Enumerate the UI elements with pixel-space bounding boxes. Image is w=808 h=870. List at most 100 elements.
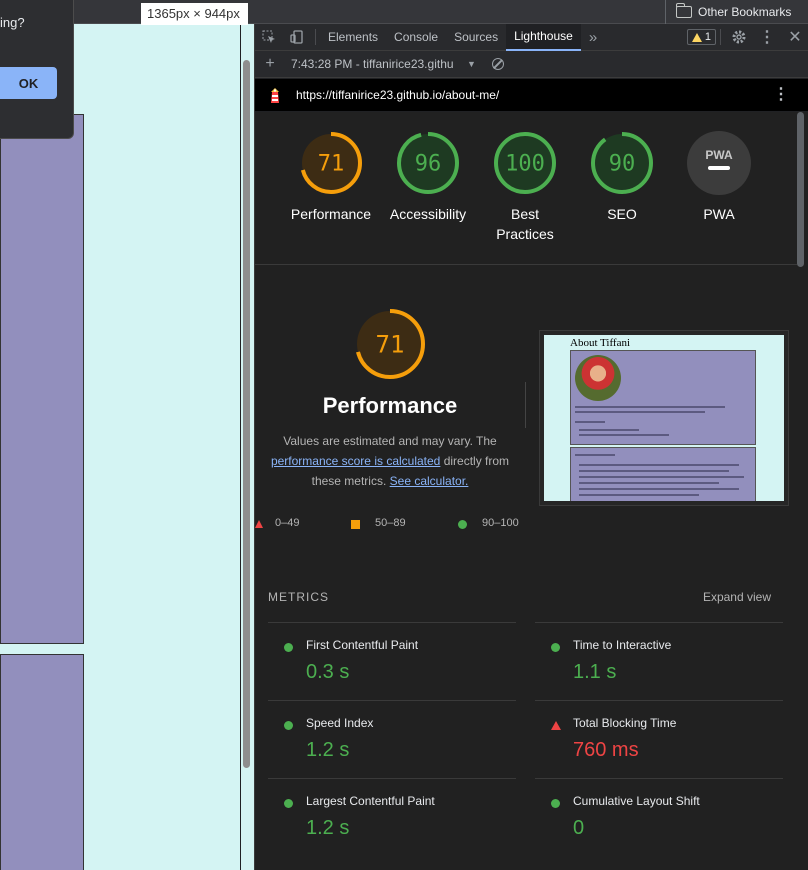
gauge-label: Accessibility xyxy=(389,206,467,222)
new-report-button[interactable]: + xyxy=(255,55,285,73)
legend-fail-range: 0–49 xyxy=(275,517,300,529)
gauge-accessibility[interactable]: 96 Accessibility xyxy=(378,130,478,224)
gauge-best-practices[interactable]: 100 Best Practices xyxy=(475,130,575,244)
screenshot-text-line xyxy=(579,464,739,466)
metric-title: Speed Index xyxy=(306,716,374,730)
expand-view-toggle[interactable]: Expand view xyxy=(703,590,771,604)
pass-icon xyxy=(284,643,293,652)
metric-title: First Contentful Paint xyxy=(306,638,419,652)
gauge-score: 71 xyxy=(318,152,345,177)
metric-lcp: Largest Contentful Paint 1.2 s xyxy=(268,778,516,856)
warnings-badge[interactable]: 1 xyxy=(686,29,716,45)
see-calculator-link[interactable]: See calculator. xyxy=(390,474,469,488)
report-scrollbar-thumb[interactable] xyxy=(797,112,804,267)
gauge-label: PWA xyxy=(703,206,735,222)
pwa-badge-icon: PWA xyxy=(687,131,751,195)
screenshot-text-line xyxy=(579,488,739,490)
pwa-badge-text: PWA xyxy=(705,148,733,162)
metric-speed-index: Speed Index 1.2 s xyxy=(268,700,516,778)
report-select[interactable]: 7:43:28 PM - tiffanirice23.githu xyxy=(291,57,463,71)
more-options-icon[interactable]: ⋮ xyxy=(753,24,781,51)
score-legend: 0–49 50–89 90–100 xyxy=(255,517,525,533)
devtools-panel: Elements Console Sources Lighthouse » 1 … xyxy=(254,23,808,870)
performance-title: Performance xyxy=(322,393,458,418)
viewport-dimensions-label: 1365px × 944px xyxy=(141,3,248,25)
gauge-score: 100 xyxy=(505,152,545,177)
gauge-seo[interactable]: 90 SEO xyxy=(572,130,672,224)
screenshot-card xyxy=(570,447,756,501)
page-viewport xyxy=(0,24,240,870)
other-bookmarks-button[interactable]: Other Bookmarks xyxy=(676,0,791,24)
metric-tti: Time to Interactive 1.1 s xyxy=(535,622,783,700)
legend-average-range: 50–89 xyxy=(375,517,406,529)
inspect-element-icon[interactable] xyxy=(255,24,283,51)
close-icon[interactable]: ✕ xyxy=(781,24,808,51)
metric-tbt: Total Blocking Time 760 ms xyxy=(535,700,783,778)
screenshot-text-line xyxy=(575,454,615,456)
metric-cls: Cumulative Layout Shift 0 xyxy=(535,778,783,856)
gauge-performance[interactable]: 71 Performance xyxy=(281,130,381,224)
screenshot-text-line xyxy=(579,429,639,431)
page-scrollbar-thumb[interactable] xyxy=(243,60,250,768)
screenshot-card xyxy=(570,350,756,445)
metrics-heading: METRICS xyxy=(268,590,329,604)
warnings-count: 1 xyxy=(704,31,711,43)
other-bookmarks-label: Other Bookmarks xyxy=(698,5,792,19)
gear-icon[interactable] xyxy=(725,24,753,51)
tab-separator xyxy=(315,29,316,45)
screenshot-thumbnail: About Tiffani xyxy=(544,335,784,501)
gauge-ring: 100 xyxy=(494,132,556,194)
pass-icon xyxy=(551,799,560,808)
performance-summary: 71 Performance Values are estimated and … xyxy=(255,307,525,491)
device-toolbar-icon[interactable] xyxy=(283,24,311,51)
screenshot-page-title: About Tiffani xyxy=(570,337,631,349)
metric-title: Cumulative Layout Shift xyxy=(573,794,700,808)
metric-value: 0 xyxy=(573,817,585,839)
metric-value: 1.1 s xyxy=(573,661,617,683)
tab-elements[interactable]: Elements xyxy=(320,24,386,51)
tab-console[interactable]: Console xyxy=(386,24,446,51)
screenshot-avatar xyxy=(575,355,621,401)
bookmarks-bar: Other Bookmarks xyxy=(0,0,808,24)
screenshot-text-line xyxy=(575,421,605,423)
lighthouse-report: 71 Performance 96 Accessibility 100 Best… xyxy=(255,112,808,870)
report-select-label: 7:43:28 PM - tiffanirice23.githu xyxy=(291,57,454,71)
section-divider xyxy=(525,382,526,428)
gauge-score: 96 xyxy=(415,152,442,177)
metric-title: Time to Interactive xyxy=(573,638,672,652)
page-screenshot[interactable]: About Tiffani xyxy=(539,330,789,506)
pass-icon xyxy=(551,643,560,652)
more-tabs-icon[interactable]: » xyxy=(581,24,605,51)
gauge-pwa[interactable]: PWA PWA xyxy=(669,130,769,224)
report-menu-icon[interactable]: ⋮ xyxy=(773,87,789,103)
gauge-label: SEO xyxy=(607,206,637,222)
gauge-label: Best Practices xyxy=(496,206,554,242)
lighthouse-logo-icon xyxy=(268,86,282,104)
metric-title: Total Blocking Time xyxy=(573,716,677,730)
tab-sources[interactable]: Sources xyxy=(446,24,506,51)
tab-lighthouse[interactable]: Lighthouse xyxy=(506,23,581,51)
metric-value: 0.3 s xyxy=(306,661,350,683)
alert-ok-button[interactable]: OK xyxy=(0,67,57,99)
alert-message: ing? xyxy=(0,15,25,30)
screenshot-text-line xyxy=(579,476,744,478)
metric-fcp: First Contentful Paint 0.3 s xyxy=(268,622,516,700)
gauge-score: 71 xyxy=(376,330,405,358)
gauge-ring: 96 xyxy=(397,132,459,194)
screenshot-text-line xyxy=(575,411,705,413)
screenshot-text-line xyxy=(579,470,729,472)
gauge-score: 90 xyxy=(609,152,636,177)
score-calculated-link[interactable]: performance score is calculated xyxy=(271,454,440,468)
fail-icon xyxy=(551,721,561,730)
report-url: https://tiffanirice23.github.io/about-me… xyxy=(296,88,500,102)
pass-icon xyxy=(284,799,293,808)
metric-value: 1.2 s xyxy=(306,817,350,839)
clear-reports-icon[interactable] xyxy=(491,58,504,70)
content-card xyxy=(0,114,84,644)
report-url-bar: https://tiffanirice23.github.io/about-me… xyxy=(255,79,808,111)
gauge-label: Performance xyxy=(290,206,372,222)
chevron-down-icon[interactable]: ▼ xyxy=(467,59,476,69)
screenshot-text-line xyxy=(579,434,669,436)
screenshot-text-line xyxy=(579,494,699,496)
metric-value: 760 ms xyxy=(573,739,639,761)
